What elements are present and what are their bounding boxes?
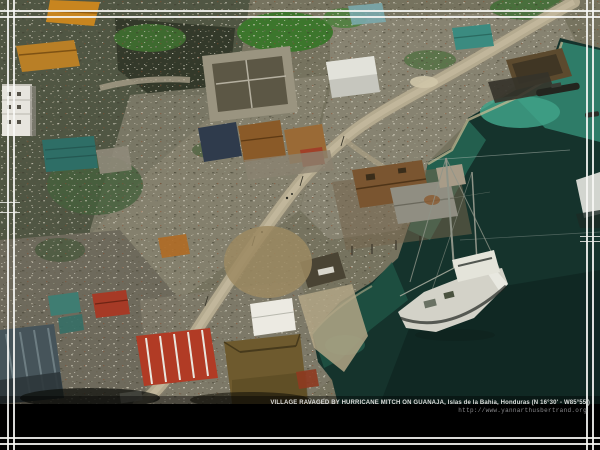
frame-line-bottom-inner [0, 437, 600, 439]
caption: VILLAGE RAVAGED BY HURRICANE MITCH ON GU… [270, 400, 590, 414]
frame-tick-right-upper [580, 236, 600, 237]
caption-url: http://www.yannarthusbertrand.org [270, 407, 590, 414]
frame-line-top-inner [0, 16, 600, 18]
frame-line-bottom-outer [0, 443, 600, 445]
striped-red-roof [136, 328, 218, 386]
wallpaper-image: VILLAGE RAVAGED BY HURRICANE MITCH ON GU… [0, 0, 600, 450]
frame-tick-left-lower [0, 212, 20, 213]
frame-tick-left-upper [0, 202, 20, 203]
navy-roof [198, 122, 242, 162]
mud-patch [224, 226, 312, 298]
frame-tick-right-lower [580, 241, 600, 242]
teal-building [42, 136, 98, 172]
frame-line-left-outer [7, 0, 9, 450]
frame-line-right-inner [586, 0, 588, 450]
frame-line-top-outer [0, 10, 600, 12]
caption-title: VILLAGE RAVAGED BY HURRICANE MITCH ON GU… [270, 400, 590, 407]
frame-line-left-inner [13, 0, 15, 450]
aerial-photo [0, 0, 600, 404]
frame-line-right-outer [592, 0, 594, 450]
